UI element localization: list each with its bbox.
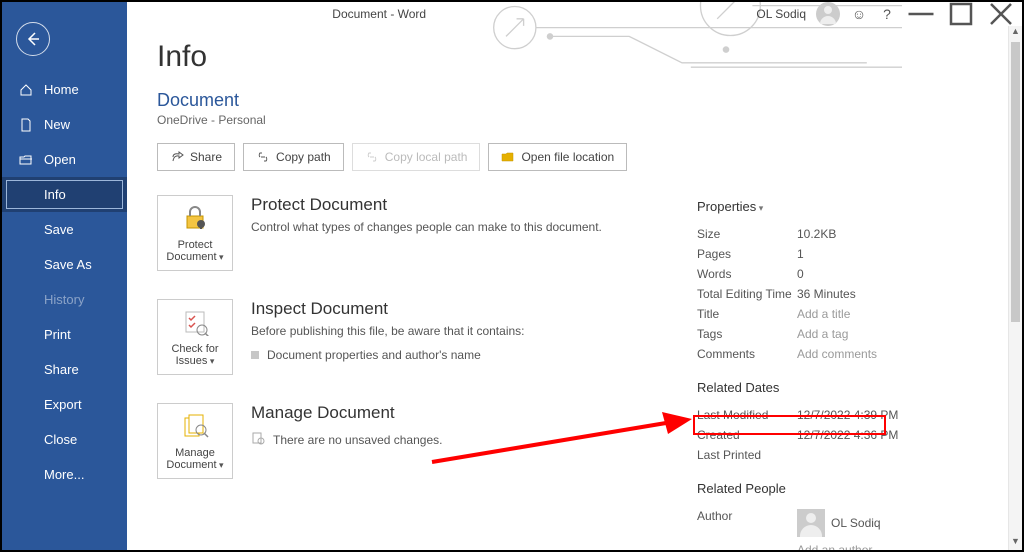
- help-icon[interactable]: ?: [878, 5, 896, 23]
- sidebar-item-label: Info: [44, 187, 66, 202]
- prop-printed-label: Last Printed: [697, 448, 797, 462]
- prop-title-value[interactable]: Add a title: [797, 307, 850, 321]
- prop-lastmod-label: Last Modified: [697, 408, 797, 422]
- vertical-scrollbar[interactable]: ▲ ▼: [1008, 26, 1022, 550]
- close-window-button[interactable]: [986, 4, 1016, 24]
- prop-comments-value[interactable]: Add comments: [797, 347, 877, 361]
- prop-title-label: Title: [697, 307, 797, 321]
- document-stack-icon: [181, 412, 209, 443]
- add-author[interactable]: Add an author: [797, 543, 881, 550]
- share-icon: [170, 150, 184, 164]
- inspect-desc: Before publishing this file, be aware th…: [251, 323, 525, 340]
- copy-path-button[interactable]: Copy path: [243, 143, 344, 171]
- home-icon: [18, 83, 34, 97]
- protect-desc: Control what types of changes people can…: [251, 219, 602, 236]
- sidebar-item-info[interactable]: Info: [2, 177, 127, 212]
- sidebar-item-label: Close: [44, 432, 77, 447]
- sidebar-item-save-as[interactable]: Save As: [2, 247, 127, 282]
- back-button[interactable]: [16, 22, 50, 56]
- sidebar-item-more[interactable]: More...: [2, 457, 127, 492]
- button-label: Check for Issues: [158, 343, 232, 367]
- share-button[interactable]: Share: [157, 143, 235, 171]
- button-label: Share: [190, 150, 222, 164]
- sidebar-item-label: Save As: [44, 257, 92, 272]
- protect-title: Protect Document: [251, 195, 602, 215]
- sidebar-item-label: Share: [44, 362, 79, 377]
- sidebar-item-label: Home: [44, 82, 79, 97]
- button-label: Open file location: [521, 150, 614, 164]
- sidebar-item-label: History: [44, 292, 84, 307]
- sidebar-item-label: Print: [44, 327, 71, 342]
- prop-created-label: Created: [697, 428, 797, 442]
- prop-edit-time-value: 36 Minutes: [797, 287, 856, 301]
- sidebar-item-save[interactable]: Save: [2, 212, 127, 247]
- prop-author-label: Author: [697, 509, 797, 523]
- manage-document-button[interactable]: Manage Document: [157, 403, 233, 479]
- manage-title: Manage Document: [251, 403, 442, 423]
- button-label: Protect Document: [158, 239, 232, 263]
- checklist-icon: [181, 308, 209, 339]
- prop-pages-value: 1: [797, 247, 804, 261]
- link-icon: [365, 150, 379, 164]
- minimize-button[interactable]: [906, 4, 936, 24]
- inspect-item: Document properties and author's name: [251, 348, 525, 362]
- prop-tags-label: Tags: [697, 327, 797, 341]
- prop-comments-label: Comments: [697, 347, 797, 361]
- sidebar-item-label: New: [44, 117, 70, 132]
- open-file-location-button[interactable]: Open file location: [488, 143, 627, 171]
- page-icon: [18, 118, 34, 132]
- protect-document-button[interactable]: Protect Document: [157, 195, 233, 271]
- prop-lastmod-value: 12/7/2022 4:39 PM: [797, 408, 898, 422]
- page-title: Info: [157, 40, 992, 74]
- prop-size-label: Size: [697, 227, 797, 241]
- sidebar-item-print[interactable]: Print: [2, 317, 127, 352]
- sidebar-item-open[interactable]: Open: [2, 142, 127, 177]
- draft-icon: [251, 431, 265, 448]
- button-label: Manage Document: [158, 447, 232, 471]
- folder-icon: [501, 150, 515, 164]
- sidebar-item-close[interactable]: Close: [2, 422, 127, 457]
- avatar-icon: [797, 509, 825, 537]
- prop-tags-value[interactable]: Add a tag: [797, 327, 848, 341]
- related-people-header: Related People: [697, 481, 992, 496]
- prop-created-value: 12/7/2022 4:36 PM: [797, 428, 898, 442]
- prop-size-value: 10.2KB: [797, 227, 836, 241]
- prop-author-value: OL Sodiq: [831, 516, 881, 530]
- manage-desc: There are no unsaved changes.: [273, 433, 442, 447]
- sidebar-item-label: Open: [44, 152, 76, 167]
- document-name: Document: [157, 90, 992, 111]
- prop-words-value: 0: [797, 267, 804, 281]
- button-label: Copy path: [276, 150, 331, 164]
- sidebar-item-history: History: [2, 282, 127, 317]
- prop-pages-label: Pages: [697, 247, 797, 261]
- properties-header[interactable]: Properties: [697, 199, 992, 214]
- link-icon: [256, 150, 270, 164]
- sidebar-item-new[interactable]: New: [2, 107, 127, 142]
- emoji-icon[interactable]: ☺: [850, 5, 868, 23]
- sidebar-item-label: Export: [44, 397, 82, 412]
- account-name: OL Sodiq: [756, 7, 806, 21]
- inspect-title: Inspect Document: [251, 299, 525, 319]
- check-for-issues-button[interactable]: Check for Issues: [157, 299, 233, 375]
- sidebar-item-label: More...: [44, 467, 84, 482]
- avatar-icon[interactable]: [816, 2, 840, 26]
- lock-icon: [181, 204, 209, 235]
- prop-words-label: Words: [697, 267, 797, 281]
- sidebar-item-label: Save: [44, 222, 74, 237]
- sidebar-item-home[interactable]: Home: [2, 72, 127, 107]
- prop-edit-time-label: Total Editing Time: [697, 287, 797, 301]
- copy-local-path-button: Copy local path: [352, 143, 481, 171]
- restore-button[interactable]: [946, 4, 976, 24]
- button-label: Copy local path: [385, 150, 468, 164]
- sidebar-item-export[interactable]: Export: [2, 387, 127, 422]
- folder-open-icon: [18, 153, 34, 167]
- document-location: OneDrive - Personal: [157, 113, 992, 127]
- related-dates-header: Related Dates: [697, 380, 992, 395]
- sidebar-item-share[interactable]: Share: [2, 352, 127, 387]
